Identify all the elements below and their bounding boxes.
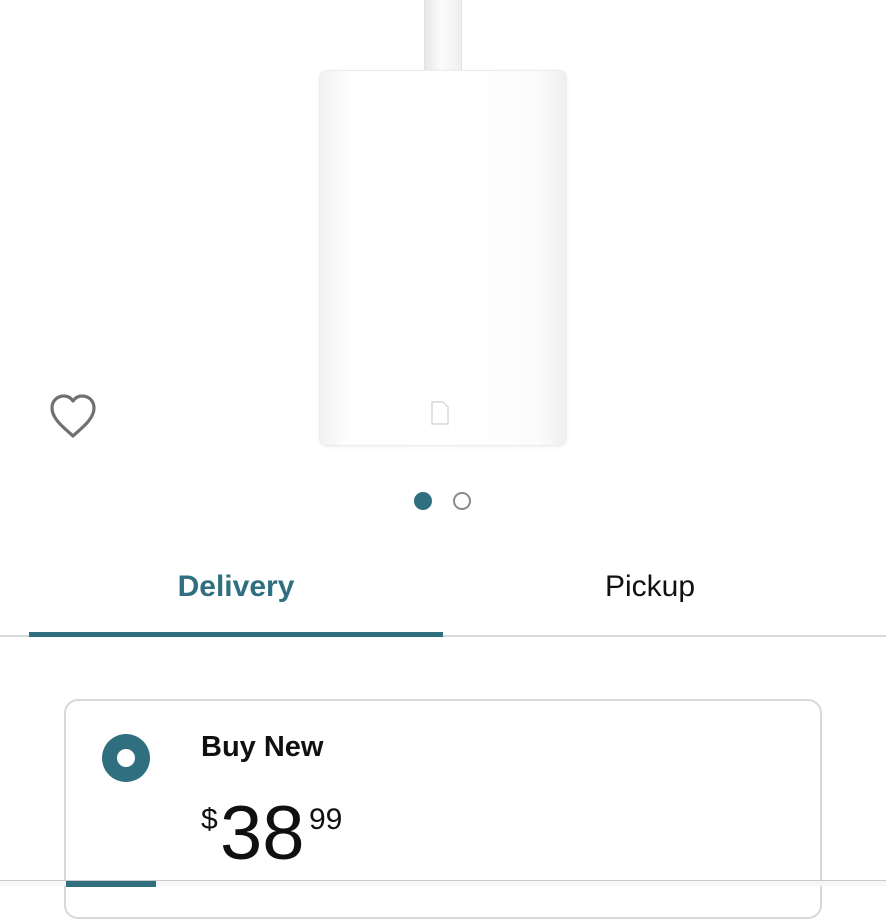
carousel-dot-1[interactable] <box>414 492 432 510</box>
price-fraction: 99 <box>309 803 343 836</box>
tab-pickup[interactable]: Pickup <box>443 540 857 634</box>
active-tab-indicator <box>29 632 443 637</box>
carousel-dot-2[interactable] <box>453 492 471 510</box>
tab-delivery[interactable]: Delivery <box>29 540 443 634</box>
bottom-bar-accent <box>66 881 156 887</box>
price-currency-symbol: $ <box>201 803 218 836</box>
wishlist-button[interactable] <box>47 392 99 440</box>
heart-outline-icon <box>50 394 96 438</box>
card-reader-adapter <box>319 70 567 446</box>
price-whole: 38 <box>220 791 305 876</box>
sd-card-icon <box>431 401 449 425</box>
buy-new-offer-card[interactable]: Buy New $ 38 99 <box>64 699 822 919</box>
bottom-bar <box>0 880 886 887</box>
adapter-cable <box>424 0 462 74</box>
product-image[interactable] <box>0 0 886 470</box>
carousel-indicator <box>0 490 886 512</box>
fulfillment-tabs: Delivery Pickup <box>0 540 886 638</box>
buy-new-radio[interactable] <box>102 734 150 782</box>
offer-title: Buy New <box>201 731 324 763</box>
